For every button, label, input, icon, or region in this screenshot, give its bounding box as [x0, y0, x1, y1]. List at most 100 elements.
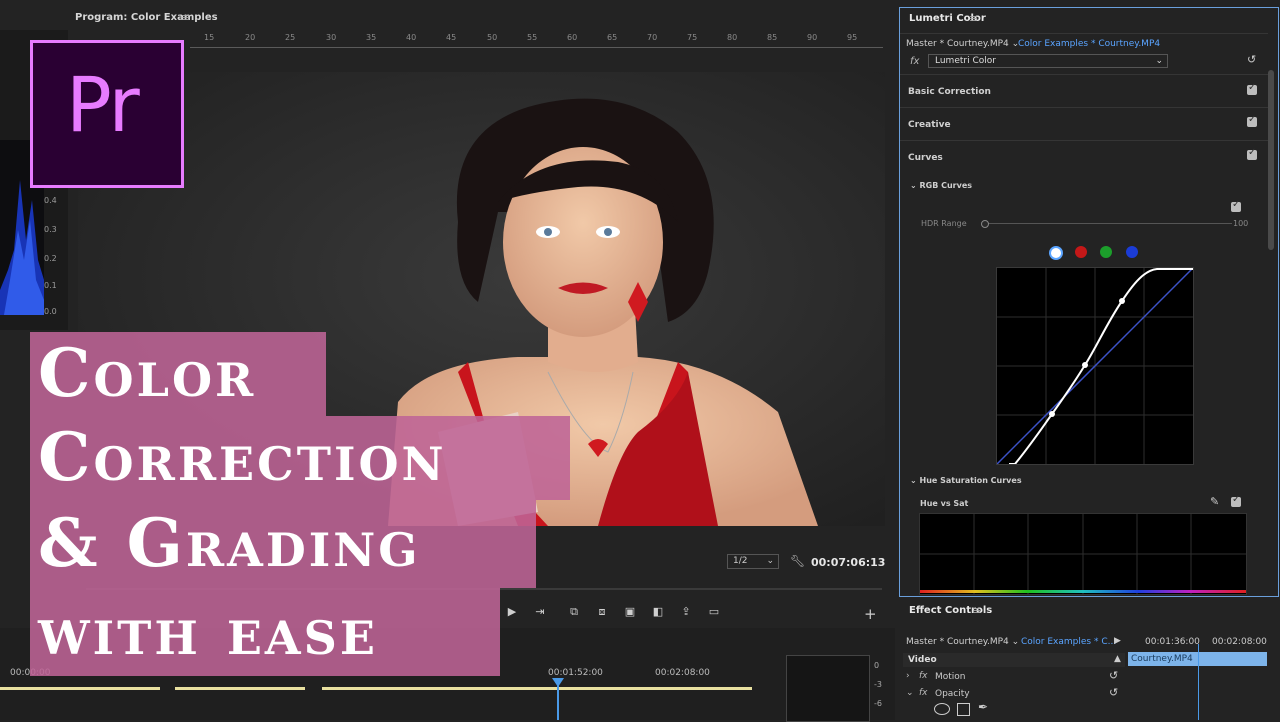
hdr-range-slider[interactable]	[984, 223, 1232, 224]
chevron-right-icon[interactable]: ›	[906, 671, 910, 681]
channel-blue[interactable]	[1126, 246, 1138, 258]
scope-tick: 0.4	[44, 196, 57, 205]
ruler-label: 30	[326, 33, 337, 42]
hue-sat-curves-label: Hue Saturation Curves	[919, 476, 1022, 485]
ruler-label: 15	[204, 33, 215, 42]
section-creative[interactable]: Creative	[908, 120, 951, 130]
creative-checkbox[interactable]	[1247, 114, 1257, 127]
play-icon[interactable]: ▶	[504, 604, 520, 620]
step-forward-icon[interactable]: ⇥	[532, 604, 548, 620]
hue-vs-sat-label: Hue vs Sat	[920, 499, 969, 508]
lumetri-scrollbar[interactable]	[1268, 70, 1274, 250]
hue-vs-sat-graph[interactable]	[919, 513, 1247, 595]
ruler-label: 45	[446, 33, 457, 42]
timeline-playhead-line[interactable]	[557, 678, 559, 720]
chevron-down-icon[interactable]: ⌄	[1012, 637, 1020, 647]
divider	[900, 33, 1268, 34]
chevron-down-icon: ⌄	[766, 556, 774, 566]
fx-icon: fx	[910, 56, 920, 67]
add-button[interactable]: +	[864, 605, 877, 623]
program-monitor-title[interactable]: Program: Color Examples	[75, 12, 218, 23]
hue-vs-sat-checkbox[interactable]	[1231, 494, 1241, 507]
ruler-label: 20	[245, 33, 256, 42]
sequence-clip-tab[interactable]: Color Examples * Courtney.MP4	[1018, 39, 1160, 49]
ruler-label: 70	[647, 33, 658, 42]
ruler-label: 90	[807, 33, 818, 42]
scope-tick: 0.2	[44, 254, 57, 263]
hdr-range-knob[interactable]	[981, 220, 989, 228]
ruler-label: 85	[767, 33, 778, 42]
ec-playhead[interactable]	[1198, 644, 1199, 720]
hdr-range-value[interactable]: 100	[1233, 219, 1248, 228]
compare-icon[interactable]: ◧	[650, 604, 666, 620]
reset-icon[interactable]: ↺	[1109, 686, 1118, 699]
title-line-3: & Grading	[38, 504, 421, 582]
panel-menu-icon[interactable]: ≡	[969, 12, 978, 25]
ruler-label: 60	[567, 33, 578, 42]
channel-white[interactable]	[1049, 246, 1063, 260]
eyedropper-icon[interactable]: ✎	[1210, 495, 1219, 508]
ec-video-label: Video	[908, 655, 937, 665]
curves-checkbox[interactable]	[1247, 147, 1257, 160]
pen-mask-icon[interactable]: ✒	[978, 700, 988, 714]
master-clip-tab[interactable]: Master * Courtney.MP4 ⌄	[906, 39, 1019, 49]
panel-menu-icon[interactable]: ≡	[181, 11, 190, 24]
ellipse-mask-icon[interactable]	[934, 703, 950, 715]
chevron-down-icon[interactable]: ⌄	[906, 688, 914, 698]
section-basic-correction[interactable]: Basic Correction	[908, 87, 991, 97]
panel-menu-icon[interactable]: ≡	[972, 604, 981, 617]
wrench-icon[interactable]: 🔧︎	[790, 554, 805, 568]
timeline-track-bar[interactable]	[0, 687, 160, 690]
effect-select-value: Lumetri Color	[935, 56, 996, 66]
title-line-2: Correction	[38, 418, 447, 496]
ruler-label: 40	[406, 33, 417, 42]
fx-icon: fx	[919, 688, 928, 698]
meter-label: -3	[874, 680, 882, 689]
rgb-curve-graph[interactable]	[996, 267, 1194, 465]
ec-sequence-clip-tab[interactable]: Color Examples * C...	[1021, 637, 1116, 647]
chevron-up-icon[interactable]: ▲	[1114, 654, 1121, 664]
scope-tick: 0.1	[44, 281, 57, 290]
master-clip-label: Master * Courtney.MP4	[906, 39, 1009, 49]
basic-correction-checkbox[interactable]	[1247, 82, 1257, 95]
zoom-select[interactable]: 1/2 ⌄	[727, 554, 779, 569]
rgb-curves-toggle[interactable]: ⌄ RGB Curves	[910, 181, 972, 190]
premiere-logo-text: Pr	[66, 60, 140, 149]
divider	[900, 140, 1268, 141]
timeline-time: 00:01:52:00	[548, 668, 603, 678]
channel-red[interactable]	[1075, 246, 1087, 258]
ec-motion-label[interactable]: Motion	[935, 672, 966, 682]
rgb-curves-label: RGB Curves	[919, 181, 973, 190]
playhead-timecode[interactable]: 00:07:06:13	[811, 556, 885, 569]
reset-icon[interactable]: ↺	[1247, 53, 1256, 66]
divider	[900, 107, 1268, 108]
effect-select[interactable]: Lumetri Color ⌄	[928, 54, 1168, 68]
channel-green[interactable]	[1100, 246, 1112, 258]
timecode-ruler[interactable]: 15 20 25 30 35 40 45 50 55 60 65 70 75 8…	[190, 33, 883, 48]
ec-master-clip-tab[interactable]: Master * Courtney.MP4 ⌄	[906, 637, 1019, 647]
section-curves[interactable]: Curves	[908, 153, 943, 163]
ruler-label: 75	[687, 33, 698, 42]
ec-time-label: 00:01:36:00	[1145, 637, 1200, 647]
timeline-track-bar[interactable]	[322, 687, 752, 690]
hue-sat-curves-toggle[interactable]: ⌄ Hue Saturation Curves	[910, 476, 1022, 485]
zoom-value: 1/2	[733, 556, 748, 566]
ec-master-clip-label: Master * Courtney.MP4	[906, 637, 1009, 647]
ec-opacity-label[interactable]: Opacity	[935, 689, 970, 699]
chevron-down-icon: ⌄	[1155, 56, 1163, 66]
comment-icon[interactable]: ▭	[706, 604, 722, 620]
rectangle-mask-icon[interactable]	[957, 703, 970, 716]
ruler-label: 25	[285, 33, 296, 42]
hdr-range-label: HDR Range	[921, 219, 967, 228]
extract-icon[interactable]: ⧈	[594, 604, 610, 620]
camera-icon[interactable]: ▣	[622, 604, 638, 620]
play-icon[interactable]: ▶	[1114, 636, 1121, 646]
reset-icon[interactable]: ↺	[1109, 669, 1118, 682]
timeline-track-bar[interactable]	[175, 687, 305, 690]
chevron-down-icon: ⌄	[910, 181, 917, 190]
export-icon[interactable]: ⇪	[678, 604, 694, 620]
audio-meter	[786, 655, 870, 722]
hdr-checkbox[interactable]	[1231, 199, 1241, 212]
lift-icon[interactable]: ⧉	[566, 604, 582, 620]
ruler-label: 35	[366, 33, 377, 42]
